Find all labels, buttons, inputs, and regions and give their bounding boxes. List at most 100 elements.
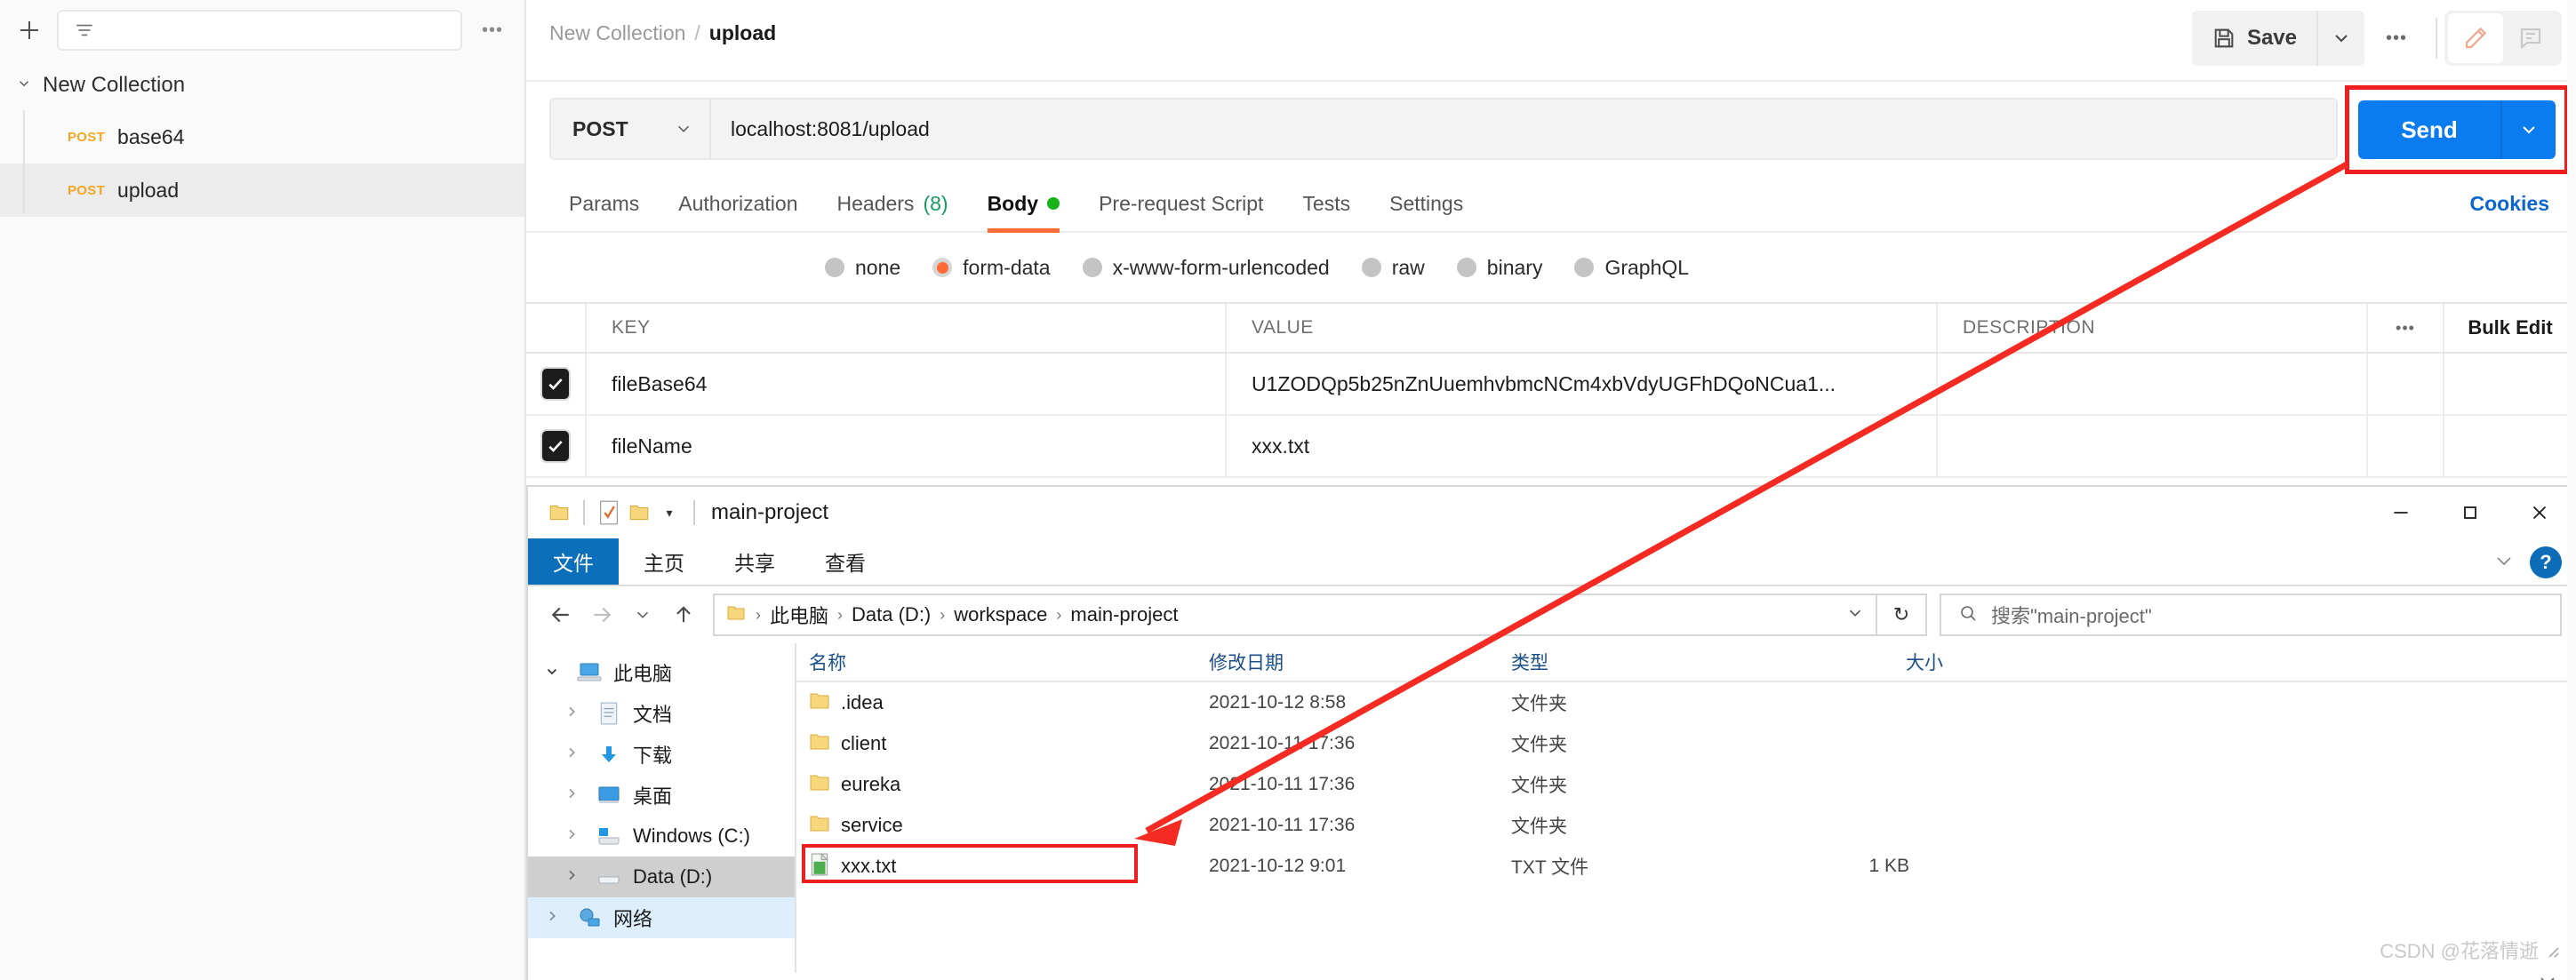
- tree-item-this-pc[interactable]: 此电脑: [528, 652, 795, 693]
- close-button[interactable]: [2505, 487, 2574, 538]
- breadcrumb-current: upload: [709, 21, 776, 45]
- recent-locations-button[interactable]: [622, 594, 663, 635]
- sidebar-more-button[interactable]: •••: [475, 20, 510, 41]
- file-row[interactable]: service 2021-10-11 17:36 文件夹: [796, 805, 2574, 846]
- tree-item-desktop[interactable]: 桌面: [528, 775, 795, 816]
- column-header-name[interactable]: 名称: [796, 649, 1196, 675]
- tab-headers[interactable]: Headers (8): [818, 174, 968, 233]
- body-type-raw[interactable]: raw: [1362, 256, 1425, 280]
- bulk-edit-button[interactable]: Bulk Edit: [2444, 304, 2576, 352]
- ribbon-tab-view[interactable]: 查看: [800, 538, 891, 585]
- sidebar-request-base64[interactable]: POST base64: [0, 110, 524, 163]
- save-dropdown-button[interactable]: [2316, 11, 2364, 66]
- url-input[interactable]: localhost:8081/upload: [711, 100, 2336, 158]
- ribbon-tab-home[interactable]: 主页: [619, 538, 709, 585]
- breadcrumb-workspace[interactable]: workspace: [954, 603, 1047, 626]
- details-pane-toggle[interactable]: [2535, 970, 2560, 980]
- table-row[interactable]: fileName xxx.txt: [526, 416, 2576, 478]
- tab-body[interactable]: Body: [968, 174, 1080, 233]
- tree-item-downloads[interactable]: 下载: [528, 734, 795, 775]
- file-size: 1 KB: [1868, 856, 1943, 877]
- comments-button[interactable]: [2503, 13, 2558, 63]
- tab-authorization[interactable]: Authorization: [659, 174, 817, 233]
- file-row[interactable]: .idea 2021-10-12 8:58 文件夹: [796, 682, 2574, 723]
- breadcrumb-main-project[interactable]: main-project: [1070, 603, 1178, 626]
- row-more-button[interactable]: [2368, 354, 2444, 414]
- chevron-right-icon[interactable]: [539, 909, 565, 928]
- body-type-none[interactable]: none: [825, 256, 900, 280]
- forward-button[interactable]: [581, 594, 622, 635]
- chevron-right-icon[interactable]: [558, 745, 585, 764]
- body-type-form-data[interactable]: form-data: [932, 256, 1050, 280]
- row-key-cell[interactable]: fileBase64: [587, 354, 1227, 414]
- send-button[interactable]: Send: [2358, 100, 2500, 159]
- row-checkbox[interactable]: [542, 431, 569, 461]
- header-more-button[interactable]: •••: [2364, 28, 2428, 49]
- ribbon-tab-file[interactable]: 文件: [528, 538, 619, 585]
- tab-tests[interactable]: Tests: [1283, 174, 1370, 233]
- row-checkbox[interactable]: [542, 369, 569, 399]
- filter-icon: [73, 19, 96, 42]
- refresh-button[interactable]: ↻: [1877, 594, 1927, 636]
- chevron-right-icon[interactable]: [558, 868, 585, 887]
- folder-icon[interactable]: [544, 498, 574, 528]
- body-type-x-www-form-urlencoded[interactable]: x-www-form-urlencoded: [1083, 256, 1330, 280]
- sidebar-filter-input[interactable]: [57, 10, 462, 51]
- maximize-button[interactable]: [2436, 487, 2505, 538]
- explorer-search-input[interactable]: 搜索"main-project": [1940, 594, 2562, 636]
- tree-item-network[interactable]: 网络: [528, 897, 795, 938]
- ribbon-tab-share[interactable]: 共享: [709, 538, 800, 585]
- save-button[interactable]: Save: [2192, 11, 2316, 66]
- properties-icon[interactable]: [594, 498, 624, 528]
- cookies-link[interactable]: Cookies: [2470, 192, 2549, 216]
- sidebar-collection-row[interactable]: New Collection: [0, 60, 524, 110]
- table-row[interactable]: fileBase64 U1ZODQp5b25nZnUuemhvbmcNCm4xb…: [526, 354, 2576, 416]
- column-header-modified[interactable]: 修改日期: [1196, 649, 1499, 675]
- back-button[interactable]: [540, 594, 581, 635]
- chevron-down-icon[interactable]: [539, 663, 565, 683]
- row-value-cell[interactable]: U1ZODQp5b25nZnUuemhvbmcNCm4xbVdyUGFhDQoN…: [1227, 354, 1938, 414]
- edit-pencil-button[interactable]: [2448, 13, 2503, 63]
- tab-settings[interactable]: Settings: [1370, 174, 1483, 233]
- http-method-select[interactable]: POST: [551, 100, 711, 158]
- minimize-button[interactable]: [2366, 487, 2436, 538]
- breadcrumb-dropdown-icon[interactable]: [1845, 603, 1865, 627]
- collection-name: New Collection: [43, 73, 185, 98]
- up-button[interactable]: [663, 594, 704, 635]
- tree-item-documents[interactable]: 文档: [528, 693, 795, 734]
- row-key-cell[interactable]: fileName: [587, 416, 1227, 476]
- breadcrumb-path-bar[interactable]: › 此电脑 › Data (D:) › workspace › main-pro…: [713, 594, 1877, 636]
- sidebar-request-upload[interactable]: POST upload: [0, 163, 524, 217]
- explorer-title-bar[interactable]: ▾ main-project: [528, 487, 2574, 538]
- new-folder-icon[interactable]: [624, 498, 654, 528]
- column-header-size[interactable]: 大小: [1765, 649, 1943, 675]
- ribbon-collapse-button[interactable]: [2491, 550, 2517, 576]
- page-scrollbar[interactable]: [2567, 0, 2576, 980]
- breadcrumb-data-d[interactable]: Data (D:): [852, 603, 931, 626]
- tab-params[interactable]: Params: [549, 174, 659, 233]
- resize-grip[interactable]: [2540, 939, 2562, 966]
- chevron-right-icon[interactable]: [558, 827, 585, 846]
- body-type-binary[interactable]: binary: [1457, 256, 1543, 280]
- tree-item-windows-c[interactable]: Windows (C:): [528, 816, 795, 857]
- table-more-button[interactable]: •••: [2368, 304, 2444, 352]
- send-dropdown-button[interactable]: [2500, 100, 2556, 159]
- chevron-right-icon[interactable]: [558, 705, 585, 723]
- column-header-type[interactable]: 类型: [1499, 649, 1765, 675]
- help-button[interactable]: ?: [2530, 546, 2562, 578]
- http-method-value: POST: [572, 117, 628, 141]
- breadcrumb-this-pc[interactable]: 此电脑: [770, 601, 828, 629]
- row-value-cell[interactable]: xxx.txt: [1227, 416, 1938, 476]
- new-item-button[interactable]: [14, 15, 44, 45]
- row-description-cell[interactable]: [1938, 354, 2368, 414]
- breadcrumb-parent[interactable]: New Collection: [549, 21, 685, 45]
- row-more-button[interactable]: [2368, 416, 2444, 476]
- tab-pre-request-script[interactable]: Pre-request Script: [1079, 174, 1283, 233]
- row-description-cell[interactable]: [1938, 416, 2368, 476]
- quick-access-caret-icon[interactable]: ▾: [654, 506, 684, 521]
- chevron-right-icon[interactable]: [558, 786, 585, 805]
- file-row[interactable]: eureka 2021-10-11 17:36 文件夹: [796, 764, 2574, 805]
- tree-item-data-d[interactable]: Data (D:): [528, 857, 795, 897]
- file-row[interactable]: client 2021-10-11 17:36 文件夹: [796, 723, 2574, 764]
- body-type-graphql[interactable]: GraphQL: [1574, 256, 1689, 280]
